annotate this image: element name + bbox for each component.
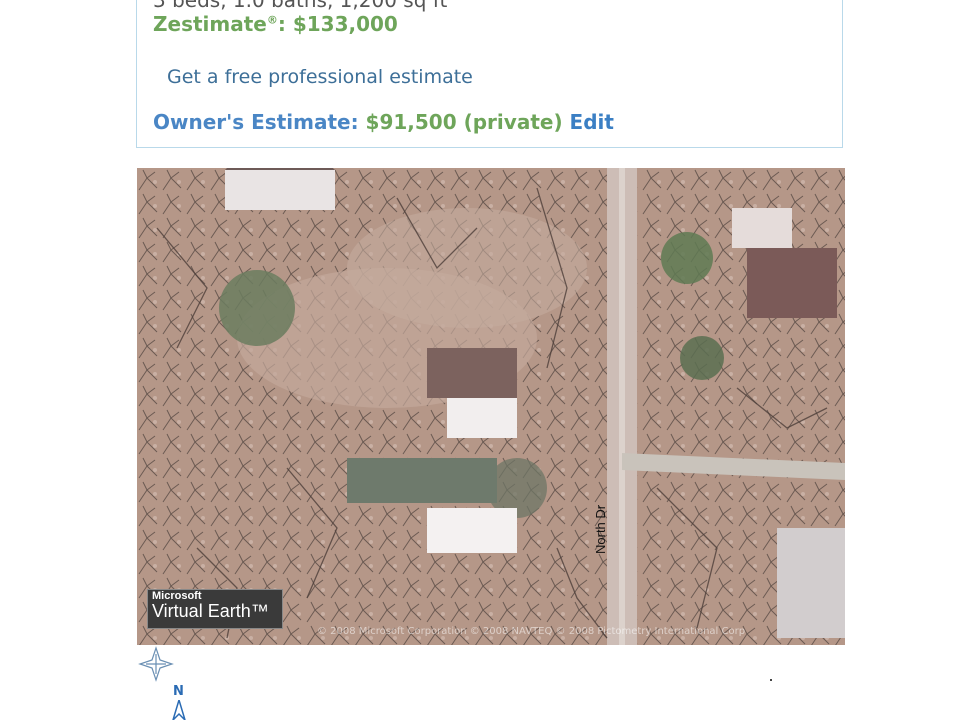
- owner-estimate: Owner's Estimate: $91,500 (private) Edit: [153, 110, 614, 134]
- zestimate: Zestimate®: $133,000: [153, 12, 398, 36]
- owner-estimate-value: $91,500 (private): [365, 110, 563, 134]
- free-estimate-link[interactable]: Get a free professional estimate: [167, 66, 473, 88]
- virtual-earth-logo: Microsoft Virtual Earth™: [147, 589, 283, 629]
- logo-virtual-earth: Virtual Earth™: [152, 601, 269, 621]
- estimate-panel: 3 beds, 1.0 baths, 1,200 sq ft Zestimate…: [136, 0, 843, 148]
- compass-north-label: N: [173, 684, 184, 699]
- aerial-image: [137, 168, 845, 645]
- edit-link[interactable]: Edit: [570, 110, 614, 134]
- registered-mark: ®: [266, 13, 278, 27]
- property-specs: 3 beds, 1.0 baths, 1,200 sq ft: [153, 0, 448, 12]
- zestimate-label: Zestimate: [153, 12, 267, 36]
- street-label: North Dr: [593, 504, 608, 554]
- aerial-map[interactable]: North Dr Microsoft Virtual Earth™ © 2008…: [137, 168, 845, 645]
- zestimate-value: : $133,000: [277, 12, 398, 36]
- scan-speck: [770, 679, 772, 681]
- owner-estimate-label: Owner's Estimate:: [153, 110, 359, 134]
- page: 3 beds, 1.0 baths, 1,200 sq ft Zestimate…: [0, 0, 960, 720]
- north-arrow-icon: [172, 700, 186, 720]
- map-copyright: © 2008 Microsoft Corporation © 2008 NAVT…: [317, 626, 746, 637]
- compass-icon[interactable]: [138, 646, 174, 682]
